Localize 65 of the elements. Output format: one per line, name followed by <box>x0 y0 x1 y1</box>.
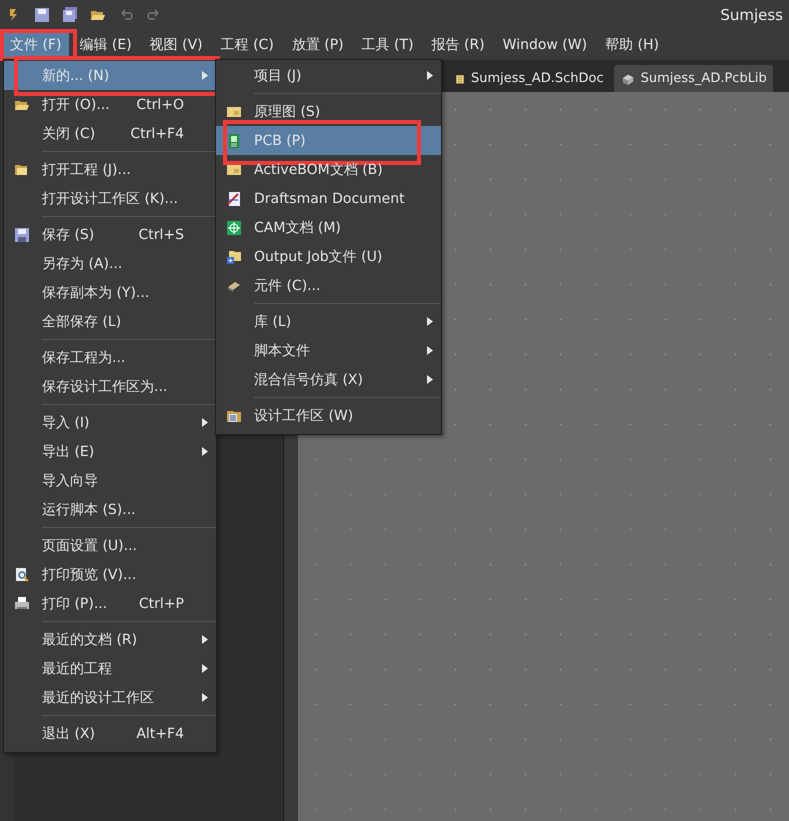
menu-item[interactable]: CAM文档 (M) <box>216 213 441 242</box>
submenu-arrow-icon <box>202 635 208 644</box>
submenu-arrow-icon <box>427 375 433 384</box>
menu-item[interactable]: 元件 (C)... <box>216 271 441 300</box>
menu-item[interactable]: 导出 (E) <box>4 437 216 466</box>
menu-item[interactable]: 最近的工程 <box>4 654 216 683</box>
menu-item[interactable]: 打印预览 (V)... <box>4 560 216 589</box>
document-tab[interactable]: Sumjess_AD.PcbLib <box>614 65 773 92</box>
menu-item[interactable]: 打开设计工作区 (K)... <box>4 184 216 213</box>
submenu-arrow-icon <box>202 418 208 427</box>
menu-item[interactable]: 保存设计工作区为... <box>4 372 216 401</box>
menu-item[interactable]: 全部保存 (L) <box>4 307 216 336</box>
menu-item[interactable]: 导入向导 <box>4 466 216 495</box>
submenu-arrow-icon <box>427 346 433 355</box>
menu-item[interactable]: 关闭 (C) Ctrl+F4 <box>4 119 216 148</box>
menu-item[interactable]: 打印 (P)... Ctrl+P <box>4 589 216 618</box>
save-icon <box>34 7 50 23</box>
shortcut-text: Ctrl+O <box>136 96 184 112</box>
shortcut-text: Ctrl+S <box>138 226 184 242</box>
folder-plus-icon <box>226 248 242 264</box>
menu-title[interactable]: 报告 (R) <box>424 31 493 59</box>
menu-item[interactable]: 退出 (X) Alt+F4 <box>4 719 216 748</box>
shortcut-text: Alt+F4 <box>136 726 184 742</box>
menu-item[interactable]: Draftsman Document <box>216 184 441 213</box>
menu-item[interactable]: 库 (L) <box>216 307 441 336</box>
menu-item[interactable]: 页面设置 (U)... <box>4 531 216 560</box>
submenu-arrow-icon <box>427 317 433 326</box>
menu-title[interactable]: Window (W) <box>494 32 596 58</box>
menu-item[interactable]: 保存 (S) Ctrl+S <box>4 220 216 249</box>
menu-item[interactable]: ActiveBOM文档 (B) <box>216 155 441 184</box>
menu-item[interactable]: 设计工作区 (W) <box>216 401 441 430</box>
menu-item[interactable]: 最近的设计工作区 <box>4 683 216 712</box>
menu-title[interactable]: 编辑 (E) <box>71 31 140 59</box>
menu-title[interactable]: 放置 (P) <box>284 31 352 59</box>
submenu-arrow-icon <box>427 71 433 80</box>
document-tab[interactable]: Sumjess_AD.SchDoc <box>448 65 610 92</box>
menu-item[interactable]: 混合信号仿真 (X) <box>216 365 441 394</box>
window-title: Sumjess <box>720 6 783 24</box>
menu-item[interactable]: 保存工程为... <box>4 343 216 372</box>
save-all-icon <box>62 7 78 23</box>
menu-item[interactable]: 导入 (I) <box>4 408 216 437</box>
menu-item[interactable]: 运行脚本 (S)... <box>4 495 216 524</box>
shortcut-text: Ctrl+F4 <box>130 126 184 142</box>
menu-item[interactable]: 最近的文档 (R) <box>4 625 216 654</box>
menu-item[interactable]: 项目 (J) <box>216 61 441 90</box>
submenu-arrow-icon <box>202 71 208 80</box>
menu-item[interactable]: 打开工程 (J)... <box>4 155 216 184</box>
printer-icon <box>14 596 30 612</box>
shortcut-text: Ctrl+P <box>138 596 184 612</box>
menu-item[interactable]: 保存副本为 (Y)... <box>4 278 216 307</box>
submenu-arrow-icon <box>202 664 208 673</box>
menu-item[interactable]: Output Job文件 (U) <box>216 242 441 271</box>
circuit-board-icon <box>226 132 242 148</box>
menu-title[interactable]: 工具 (T) <box>354 31 422 59</box>
magnifier-page-icon <box>14 566 30 582</box>
menu-item[interactable]: 另存为 (A)... <box>4 249 216 278</box>
menu-title[interactable]: 视图 (V) <box>142 31 211 59</box>
menu-item[interactable]: 打开 (O)... Ctrl+O <box>4 90 216 119</box>
crosshair-grid-icon <box>226 220 242 236</box>
menu-title[interactable]: 帮助 (H) <box>597 31 667 59</box>
submenu-arrow-icon <box>202 693 208 702</box>
drafting-page-icon <box>226 190 242 206</box>
submenu-arrow-icon <box>202 447 208 456</box>
menu-title[interactable]: 工程 (C) <box>212 31 282 59</box>
menu-item[interactable]: 脚本文件 <box>216 336 441 365</box>
